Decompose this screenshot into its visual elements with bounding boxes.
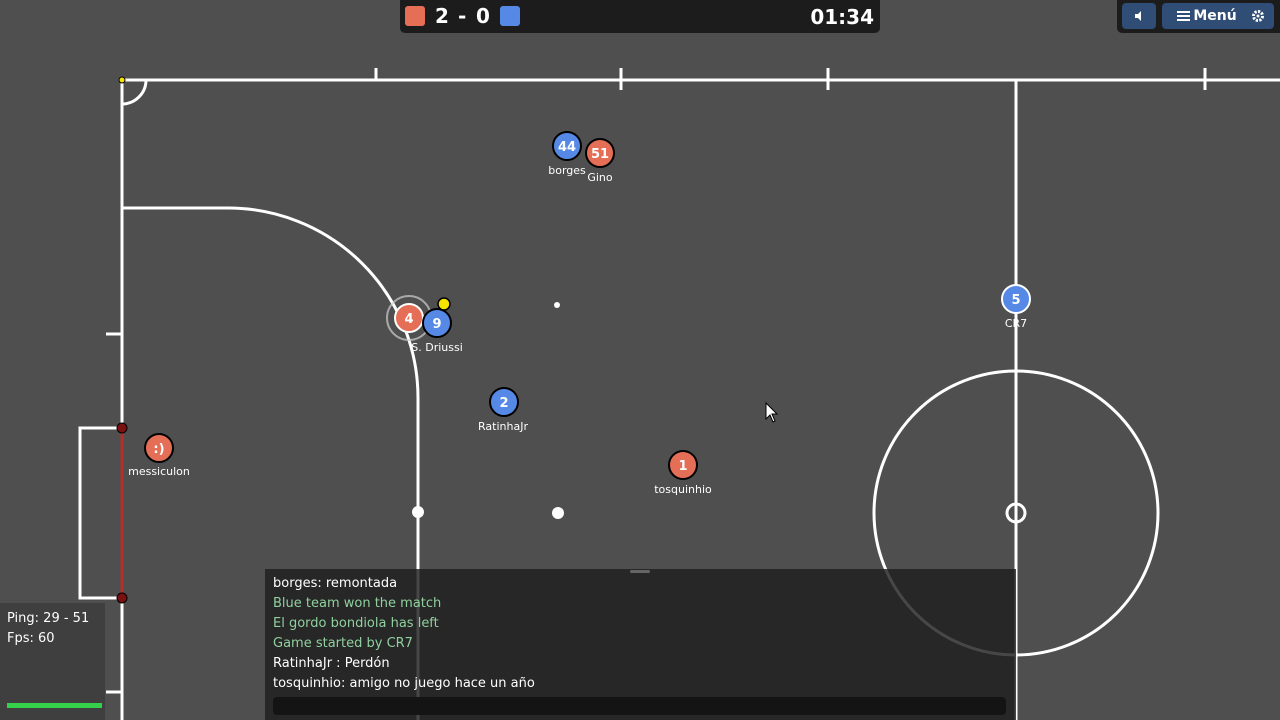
scoreboard: 2 - 0 01:34 <box>400 0 880 33</box>
player-name: tosquinhio <box>654 483 712 496</box>
network-stats: Ping: 29 - 51 Fps: 60 <box>0 603 105 720</box>
chat-message: Game started by CR7 <box>273 636 413 651</box>
player-avatar: 44 <box>558 140 576 155</box>
chat-input[interactable] <box>273 697 1006 715</box>
player-avatar: 1 <box>678 459 687 474</box>
player-avatar: 9 <box>432 317 441 332</box>
chat-message: El gordo bondiola has left <box>273 616 439 631</box>
ball <box>437 297 451 311</box>
chat-panel: borges: remontada Blue team won the matc… <box>265 569 1016 720</box>
blue-team-chip <box>500 6 520 26</box>
player-name: Gino <box>587 171 613 184</box>
chat-message: RatinhaJr : Perdón <box>273 656 390 671</box>
score-separator: - <box>458 4 467 28</box>
player-avatar: 2 <box>499 396 508 411</box>
player-name: messiculon <box>128 465 190 478</box>
player-avatar: 5 <box>1011 293 1020 308</box>
arc-marker <box>412 506 424 518</box>
settings-button[interactable] <box>1241 3 1274 29</box>
fps-graph <box>7 703 102 708</box>
penalty-spot <box>554 302 560 308</box>
top-controls: Menú <box>1117 0 1280 33</box>
player-avatar: 4 <box>404 312 413 327</box>
menu-label: Menú <box>1193 8 1237 24</box>
menu-button[interactable]: Menú <box>1162 3 1252 29</box>
player-name: RatinhaJr <box>478 420 528 433</box>
player-name: CR7 <box>1004 317 1028 330</box>
speaker-icon <box>1135 11 1141 21</box>
blue-score: 0 <box>476 4 490 28</box>
match-timer: 01:34 <box>810 5 874 29</box>
gear-icon <box>1251 10 1264 22</box>
fps-text: Fps: 60 <box>7 631 55 646</box>
chat-message: borges: remontada <box>273 576 398 591</box>
player-name: borges <box>548 164 586 177</box>
chat-resize-handle[interactable] <box>630 570 650 573</box>
chat-message: tosquinhio: amigo no juego hace un año <box>273 676 535 691</box>
hamburger-icon <box>1177 11 1191 21</box>
red-team-chip <box>405 6 425 26</box>
penalty-spot <box>552 507 564 519</box>
sound-button[interactable] <box>1122 3 1156 29</box>
chat-message: Blue team won the match <box>273 596 442 611</box>
goal-post <box>116 422 128 434</box>
red-score: 2 <box>435 4 450 28</box>
ping-text: Ping: 29 - 51 <box>7 611 90 626</box>
player-name: S. Driussi <box>411 341 463 354</box>
player-avatar: 51 <box>591 147 609 162</box>
player-avatar: :) <box>153 442 164 457</box>
corner-flag <box>118 76 126 84</box>
goal-post <box>116 592 128 604</box>
